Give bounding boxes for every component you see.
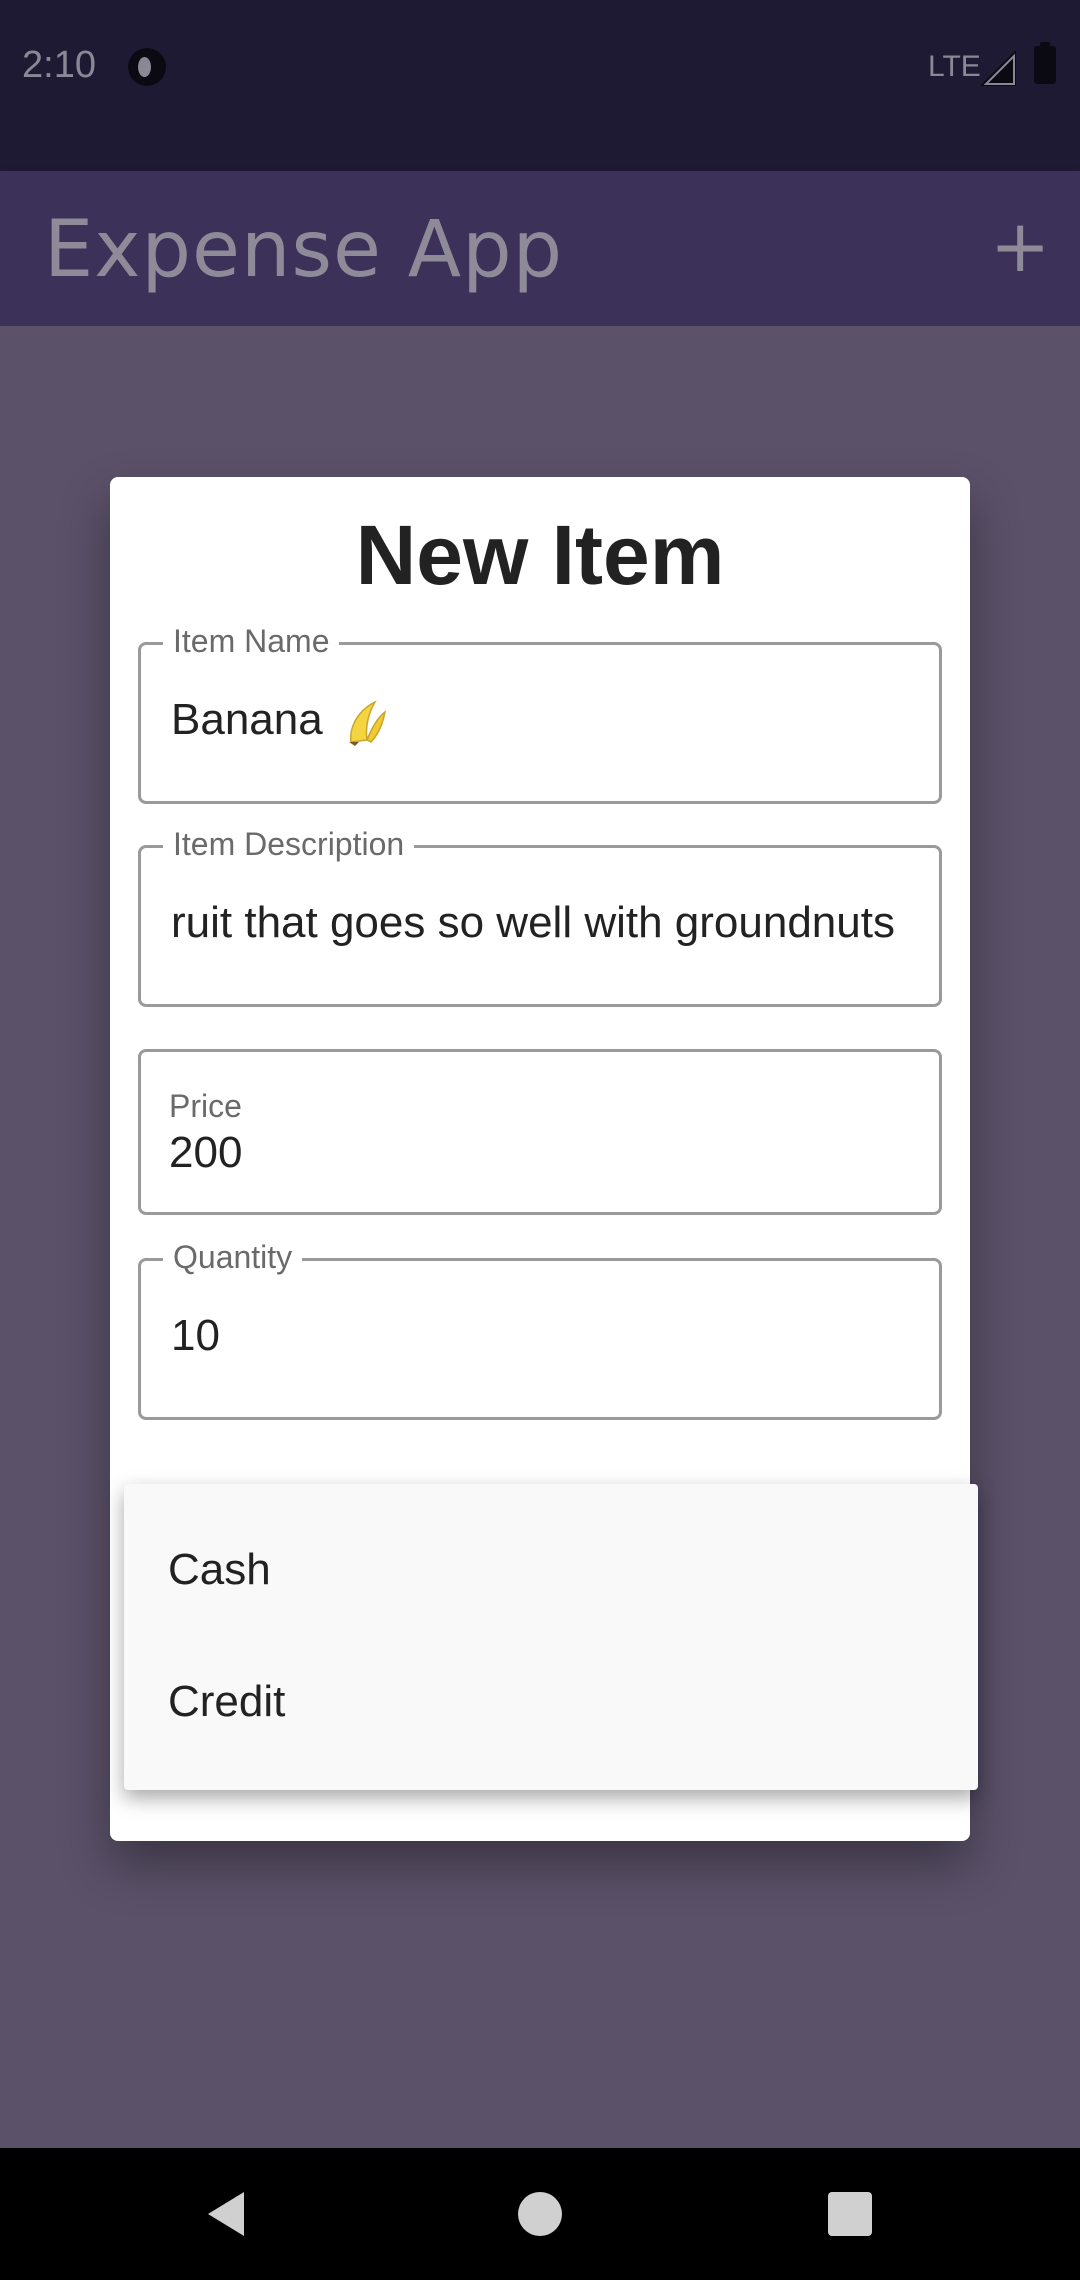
item-description-label: Item Description bbox=[163, 826, 415, 863]
item-name-label: Item Name bbox=[163, 623, 340, 660]
network-type-label: LTE bbox=[928, 50, 981, 83]
item-name-value-wrap: Banana bbox=[171, 695, 389, 748]
banana-emoji-icon bbox=[348, 700, 387, 747]
item-description-field[interactable]: Item Description ruit that goes so well … bbox=[138, 826, 942, 1007]
dialog-title: New Item bbox=[355, 508, 725, 602]
app-title: Expense App bbox=[44, 205, 564, 295]
dropdown-option-cash[interactable]: Cash bbox=[124, 1504, 978, 1636]
home-icon[interactable] bbox=[518, 2192, 562, 2236]
item-name-value: Banana bbox=[171, 695, 323, 744]
signal-icon bbox=[980, 50, 1016, 86]
notification-app-icon bbox=[128, 48, 166, 86]
app-bar: Expense App + bbox=[0, 171, 1080, 326]
payment-method-dropdown: Cash Credit bbox=[124, 1484, 978, 1790]
price-value: 200 bbox=[169, 1128, 243, 1177]
price-label: Price bbox=[169, 1088, 242, 1124]
price-field[interactable]: Price 200 bbox=[138, 1049, 942, 1215]
item-description-value: ruit that goes so well with groundnuts bbox=[171, 898, 895, 947]
status-time: 2:10 bbox=[22, 44, 96, 86]
item-name-field[interactable]: Item Name Banana bbox=[138, 623, 942, 804]
dropdown-option-credit[interactable]: Credit bbox=[124, 1636, 978, 1768]
quantity-field[interactable]: Quantity 10 bbox=[138, 1239, 942, 1420]
quantity-label: Quantity bbox=[163, 1239, 303, 1276]
quantity-value: 10 bbox=[171, 1311, 220, 1360]
add-icon[interactable]: + bbox=[990, 210, 1050, 282]
system-nav-bar bbox=[0, 2148, 1080, 2280]
battery-icon bbox=[1034, 42, 1056, 84]
status-bar: 2:10 LTE bbox=[0, 0, 1080, 171]
recents-icon[interactable] bbox=[828, 2192, 872, 2236]
back-icon[interactable] bbox=[204, 2190, 248, 2238]
